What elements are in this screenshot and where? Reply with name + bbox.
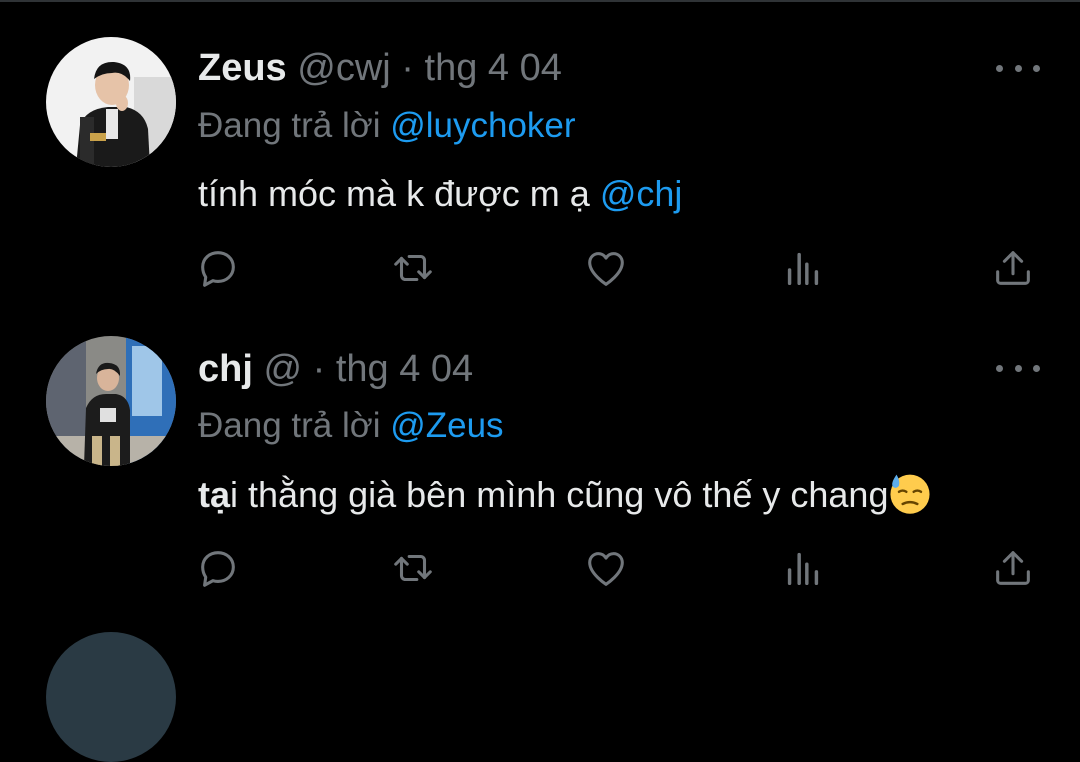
- avatar[interactable]: [46, 37, 176, 167]
- user-handle[interactable]: @: [263, 348, 302, 390]
- retweet-icon[interactable]: [390, 245, 436, 291]
- replying-to-label: Đang trả lời: [198, 106, 381, 145]
- user-handle[interactable]: @cwj: [297, 47, 390, 89]
- tweet-text-main: tính móc mà k được m ạ: [198, 173, 600, 214]
- replying-to-label: Đang trả lời: [198, 406, 381, 445]
- replying-to: Đang trả lời @Zeus: [198, 406, 504, 446]
- tweet-text-mention[interactable]: @chj: [600, 173, 683, 214]
- tweet-header: Zeus @cwj · thg 4 04: [198, 48, 562, 88]
- tweet-text: tại thằng già bên mình cũng vô thế y cha…: [198, 471, 932, 515]
- tweet-date[interactable]: thg 4 04: [425, 47, 562, 89]
- retweet-icon[interactable]: [390, 545, 436, 591]
- reply-icon[interactable]: [195, 245, 241, 291]
- like-icon[interactable]: [583, 545, 629, 591]
- tweet-text-main: i thằng già bên mình cũng vô thế y chang: [230, 474, 889, 515]
- tweet-header: chj @ · thg 4 04: [198, 349, 473, 389]
- display-name[interactable]: Zeus: [198, 47, 287, 89]
- tweet-date[interactable]: thg 4 04: [336, 348, 473, 390]
- tweet-text-bold: tạ: [198, 474, 231, 515]
- next-tweet-avatar[interactable]: [46, 632, 176, 762]
- share-icon[interactable]: [990, 245, 1036, 291]
- views-icon[interactable]: [780, 245, 826, 291]
- like-icon[interactable]: [583, 245, 629, 291]
- more-options-icon[interactable]: [996, 358, 1040, 378]
- avatar[interactable]: [46, 336, 176, 466]
- views-icon[interactable]: [780, 545, 826, 591]
- more-options-icon[interactable]: [996, 58, 1040, 78]
- tweet-chj[interactable]: chj @ · thg 4 04 Đang trả lời @Zeus tại …: [0, 300, 1080, 600]
- downcast-face-with-sweat-emoji: [890, 474, 931, 514]
- reply-icon[interactable]: [195, 545, 241, 591]
- action-bar: [0, 245, 1080, 295]
- display-name[interactable]: chj: [198, 348, 253, 390]
- tweet-zeus[interactable]: Zeus @cwj · thg 4 04 Đang trả lời @luych…: [0, 0, 1080, 300]
- separator-dot: ·: [401, 47, 414, 89]
- action-bar: [0, 545, 1080, 595]
- tweet-text: tính móc mà k được m ạ @chj: [198, 172, 682, 216]
- replying-to-mention[interactable]: @Zeus: [390, 406, 503, 445]
- separator-dot: ·: [312, 348, 326, 390]
- replying-to: Đang trả lời @luychoker: [198, 106, 576, 146]
- avatar-chj-image: [46, 336, 176, 466]
- share-icon[interactable]: [990, 545, 1036, 591]
- avatar-zeus-image: [46, 37, 176, 167]
- replying-to-mention[interactable]: @luychoker: [390, 106, 575, 145]
